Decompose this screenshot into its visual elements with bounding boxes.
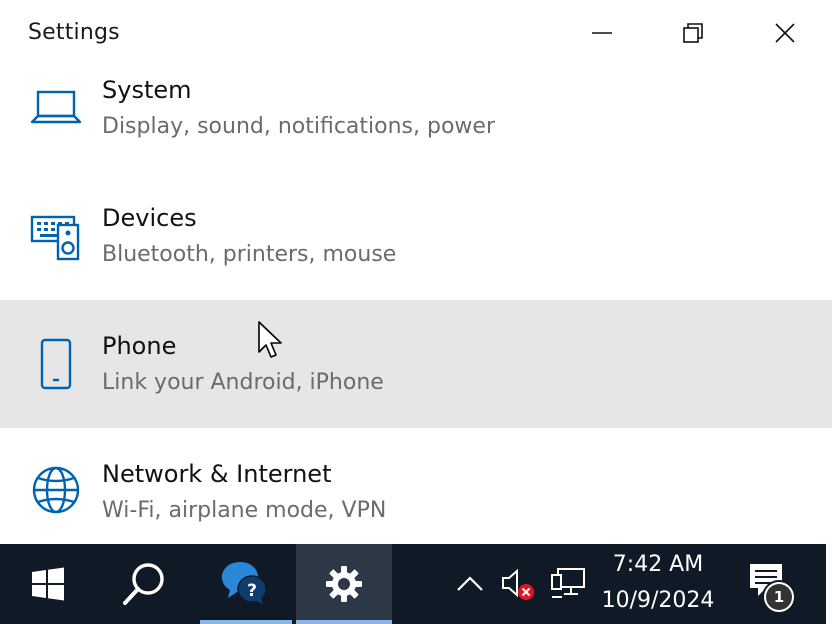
- settings-window: Settings System Display, sound, notifica…: [0, 0, 832, 544]
- settings-item-description: Display, sound, notifications, power: [102, 114, 496, 139]
- screen-edge: [826, 544, 832, 624]
- network-icon[interactable]: [548, 566, 588, 602]
- search-button[interactable]: [96, 544, 192, 624]
- notification-badge: 1: [762, 580, 796, 614]
- close-icon: [775, 23, 795, 43]
- active-app-indicator: [296, 620, 392, 624]
- start-button[interactable]: [0, 544, 96, 624]
- phone-icon: [26, 334, 86, 394]
- get-help-button[interactable]: ?: [200, 544, 292, 624]
- settings-item-devices[interactable]: Devices Bluetooth, printers, mouse: [0, 172, 832, 300]
- settings-item-phone[interactable]: Phone Link your Android, iPhone: [0, 300, 832, 428]
- taskbar: ? 7:42 AM 10/9/2024 1: [0, 544, 832, 624]
- settings-item-label: System: [102, 76, 192, 104]
- active-app-indicator: [200, 620, 292, 624]
- settings-item-label: Devices: [102, 204, 197, 232]
- window-title: Settings: [28, 20, 120, 45]
- mouse-pointer-icon: [258, 321, 282, 358]
- globe-icon: [26, 460, 86, 520]
- settings-item-label: Phone: [102, 332, 177, 360]
- settings-item-network[interactable]: Network & Internet Wi-Fi, airplane mode,…: [0, 428, 832, 544]
- notification-count: 1: [766, 584, 792, 610]
- chevron-up-icon[interactable]: [454, 570, 486, 598]
- gear-icon: [326, 566, 362, 602]
- svg-text:?: ?: [247, 581, 257, 601]
- settings-item-description: Bluetooth, printers, mouse: [102, 242, 397, 267]
- settings-taskbar-button[interactable]: [296, 544, 392, 624]
- settings-item-system[interactable]: System Display, sound, notifications, po…: [0, 44, 832, 172]
- search-icon: [123, 563, 164, 605]
- minimize-icon: [592, 32, 612, 34]
- help-chat-icon: ?: [222, 562, 267, 608]
- volume-muted-icon[interactable]: [497, 566, 537, 602]
- windows-logo-icon: [32, 567, 64, 601]
- settings-item-description: Link your Android, iPhone: [102, 370, 384, 395]
- settings-item-description: Wi-Fi, airplane mode, VPN: [102, 498, 387, 523]
- restore-icon: [683, 23, 703, 43]
- settings-item-label: Network & Internet: [102, 460, 332, 488]
- laptop-icon: [26, 78, 86, 138]
- clock-date[interactable]: 10/9/2024: [598, 588, 718, 613]
- keyboard-speaker-icon: [26, 206, 86, 266]
- clock-time[interactable]: 7:42 AM: [598, 552, 718, 577]
